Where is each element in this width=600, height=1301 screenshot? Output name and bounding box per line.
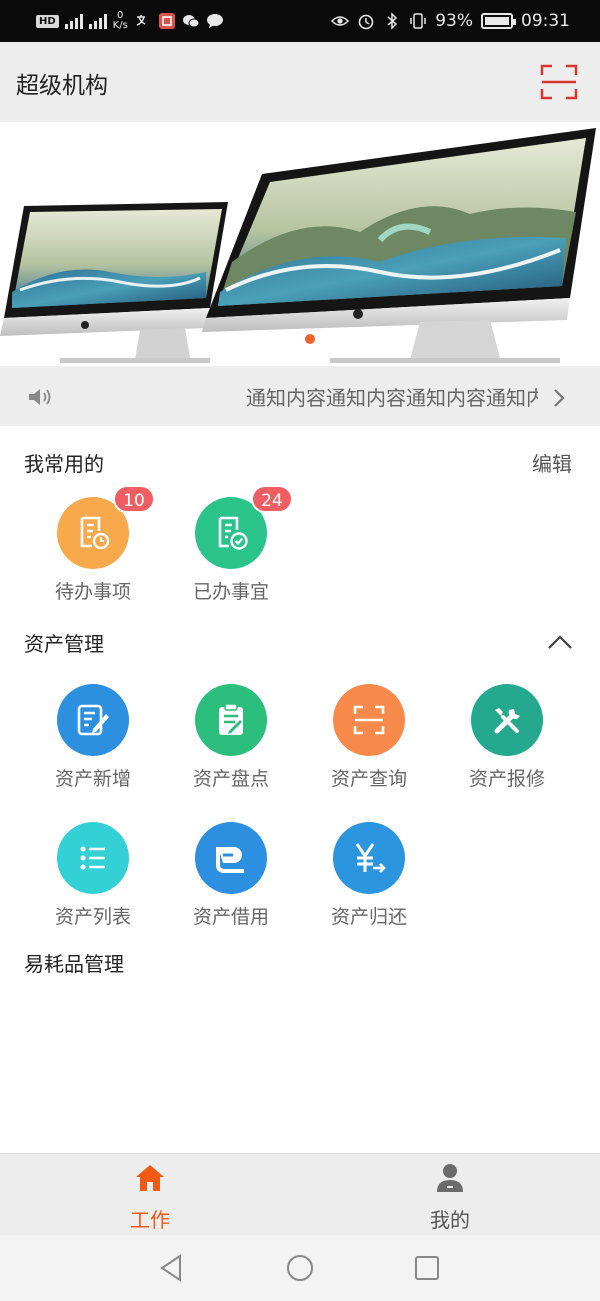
page-title: 超级机构 xyxy=(16,73,108,99)
banner-carousel[interactable] xyxy=(0,122,600,366)
todo-clock-icon xyxy=(80,516,110,550)
scan-icon xyxy=(353,705,385,735)
eye-icon xyxy=(331,12,350,30)
wechat-icon xyxy=(182,12,200,30)
status-left: HD 0 K/s xyxy=(36,9,224,33)
recents-icon[interactable] xyxy=(412,1253,442,1283)
todo-tile-icon: 10 xyxy=(57,485,155,569)
asset-label: 资产借用 xyxy=(192,906,269,928)
yen-return-icon xyxy=(355,843,386,873)
tab-mine-label: 我的 xyxy=(430,1208,470,1232)
battery-icon xyxy=(481,13,516,29)
asset-list-tile-icon xyxy=(57,822,129,894)
asset-return[interactable]: 资产归还 xyxy=(314,822,424,929)
speaker-icon xyxy=(26,385,54,409)
asset-label: 资产列表 xyxy=(54,906,131,928)
asset-list[interactable]: 资产列表 xyxy=(38,822,148,929)
signal-icon xyxy=(64,13,83,29)
done-count-badge: 24 xyxy=(251,485,293,513)
todo-count-badge: 10 xyxy=(113,485,155,513)
borrow-icon xyxy=(216,847,244,873)
status-bar: HD 0 K/s 93% 09:31 xyxy=(0,0,600,42)
tab-work[interactable]: 工作 xyxy=(50,1154,250,1236)
asset-inventory-tile-icon xyxy=(195,684,267,756)
asset-label: 资产查询 xyxy=(330,768,407,790)
list-icon xyxy=(80,846,105,870)
bottom-tab-bar: 工作 我的 xyxy=(0,1153,600,1235)
done-check-icon xyxy=(218,516,248,550)
back-icon[interactable] xyxy=(156,1253,186,1283)
shortcut-todo[interactable]: 10 待办事项 xyxy=(38,485,155,604)
shortcut-done[interactable]: 24 已办事宜 xyxy=(176,485,293,604)
user-icon xyxy=(437,1164,463,1192)
bluetooth-icon xyxy=(383,12,401,30)
asset-inventory[interactable]: 资产盘点 xyxy=(176,684,286,791)
asset-add-tile-icon xyxy=(57,684,129,756)
alarm-icon xyxy=(357,12,375,30)
asset-return-tile-icon xyxy=(333,822,405,894)
battery-percent: 93% xyxy=(435,11,473,31)
hd-indicator: HD xyxy=(36,14,59,28)
shortcut-label: 已办事宜 xyxy=(192,581,269,603)
vibrate-icon xyxy=(409,12,427,30)
edit-doc-icon xyxy=(77,704,109,736)
asset-borrow-tile-icon xyxy=(195,822,267,894)
section-title-favorites: 我常用的 xyxy=(24,452,104,476)
scan-icon xyxy=(540,64,578,100)
asset-label: 资产报修 xyxy=(468,768,545,790)
edit-button[interactable]: 编辑 xyxy=(532,448,572,477)
asset-label: 资产归还 xyxy=(330,906,407,928)
scan-button[interactable] xyxy=(538,62,580,102)
asset-query-tile-icon xyxy=(333,684,405,756)
asset-add[interactable]: 资产新增 xyxy=(38,684,148,791)
chevron-up-icon[interactable] xyxy=(545,632,575,652)
network-speed: 0 K/s xyxy=(113,11,128,31)
asset-label: 资产盘点 xyxy=(192,768,269,790)
section-title-assets: 资产管理 xyxy=(24,632,104,656)
network-speed-unit: K/s xyxy=(112,20,128,31)
asset-repair[interactable]: 资产报修 xyxy=(452,684,562,791)
carousel-dot-active[interactable] xyxy=(305,334,315,344)
shortcut-label: 待办事项 xyxy=(54,581,131,603)
translate-icon xyxy=(134,12,152,30)
asset-query[interactable]: 资产查询 xyxy=(314,684,424,791)
tab-mine[interactable]: 我的 xyxy=(350,1154,550,1236)
chevron-right-icon[interactable] xyxy=(550,386,568,410)
status-right: 93% 09:31 xyxy=(331,9,570,33)
asset-borrow[interactable]: 资产借用 xyxy=(176,822,286,929)
message-icon xyxy=(206,12,224,30)
notice-text[interactable]: 通知内容通知内容通知内容通知内容 xyxy=(246,382,538,412)
home-circle-icon[interactable] xyxy=(285,1253,315,1283)
clipboard-icon xyxy=(219,703,243,735)
asset-repair-tile-icon xyxy=(471,684,543,756)
signal-icon xyxy=(88,13,107,29)
home-icon xyxy=(136,1165,164,1191)
bank-app-icon xyxy=(158,12,176,30)
tools-icon xyxy=(494,708,520,734)
asset-label: 资产新增 xyxy=(54,768,131,790)
app-header: 超级机构 xyxy=(0,42,600,122)
system-nav-bar xyxy=(0,1235,600,1301)
section-title-consumables: 易耗品管理 xyxy=(24,952,124,976)
clock: 09:31 xyxy=(521,11,570,31)
tab-work-label: 工作 xyxy=(130,1208,170,1232)
banner-image xyxy=(0,128,596,363)
done-tile-icon: 24 xyxy=(195,485,293,569)
